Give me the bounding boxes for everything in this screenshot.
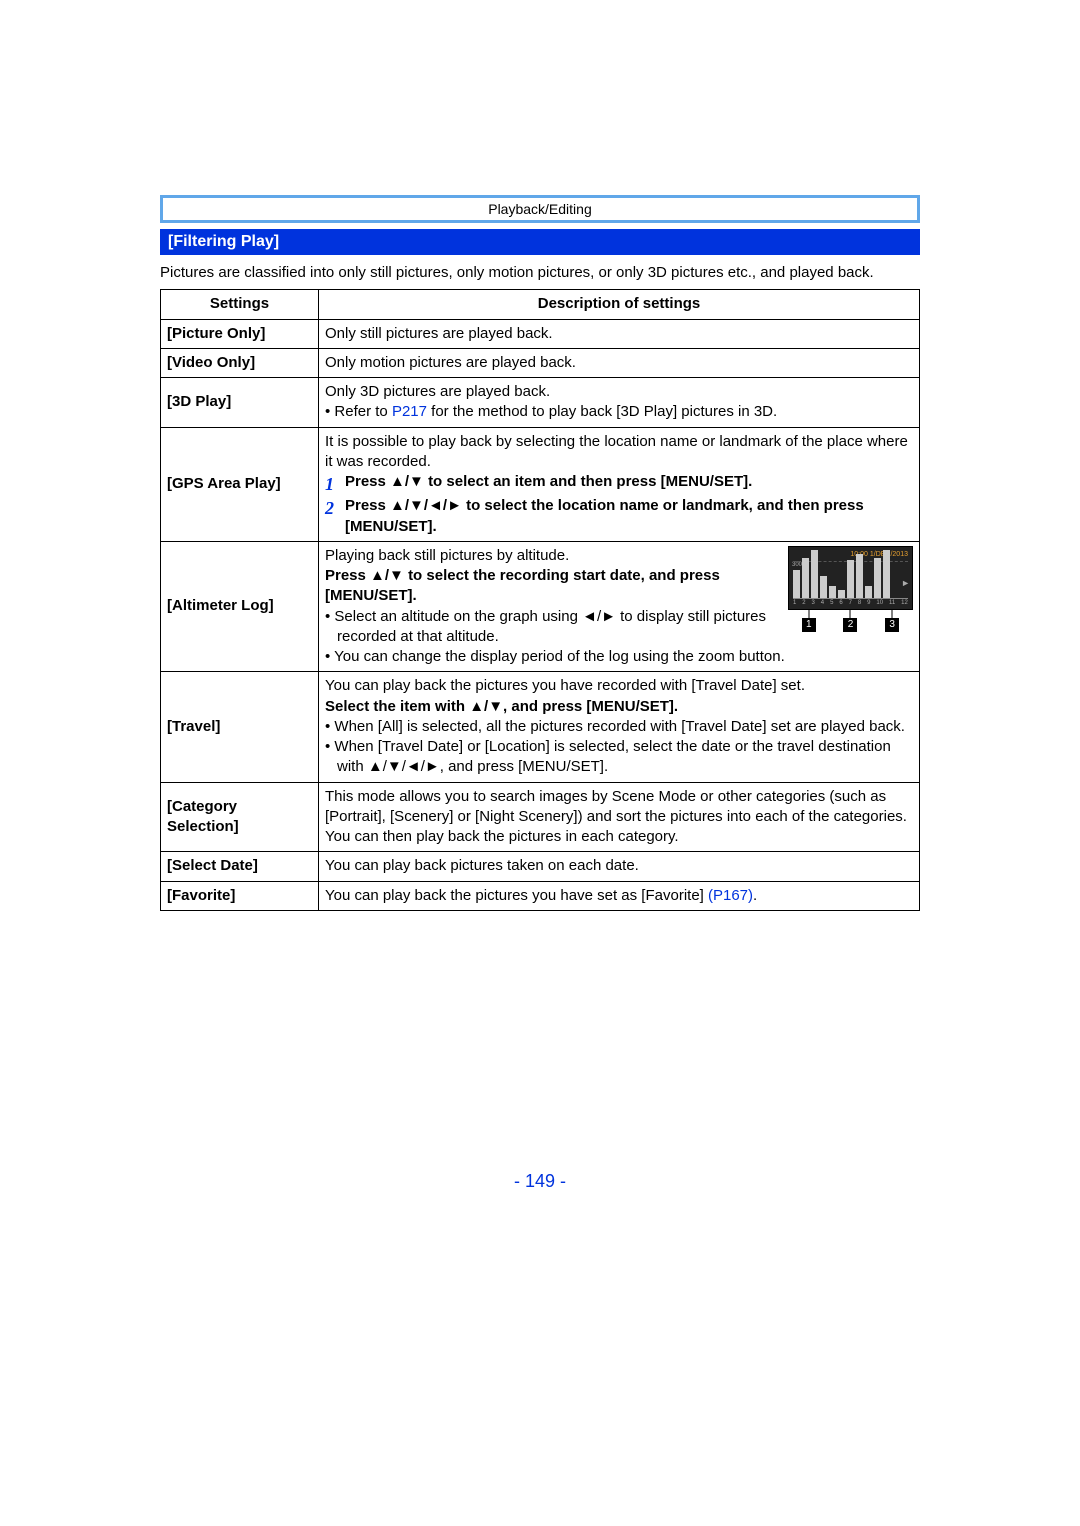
setting-label: [Video Only]	[161, 348, 319, 377]
page-link[interactable]: (P167)	[708, 887, 753, 904]
text: You can play back the pictures you have …	[325, 887, 708, 904]
bullet-text: • You can change the display period of t…	[325, 647, 913, 667]
diagram-bar	[838, 590, 845, 598]
diagram-bar	[820, 576, 827, 598]
bullet-text: • When [Travel Date] or [Location] is se…	[325, 737, 913, 778]
diagram-bar	[802, 558, 809, 598]
setting-label: [Category Selection]	[161, 782, 319, 852]
diagram-callouts: 1 2 3	[788, 618, 913, 632]
callout-marker: 2	[843, 618, 857, 632]
text: It is possible to play back by selecting…	[325, 433, 908, 470]
table-row: [Favorite] You can play back the picture…	[161, 881, 920, 910]
section-title: [Filtering Play]	[160, 229, 920, 255]
setting-desc: You can play back the pictures you have …	[319, 881, 920, 910]
diagram-bar	[865, 586, 872, 598]
diagram-axis: 123456789101112	[793, 599, 908, 607]
instruction-text: Press ▲/▼ to select the recording start …	[325, 567, 720, 604]
setting-desc: You can play back pictures taken on each…	[319, 852, 920, 881]
setting-desc: Only 3D pictures are played back. • Refe…	[319, 378, 920, 428]
step-number: 2	[325, 496, 345, 537]
setting-label: [Travel]	[161, 672, 319, 782]
table-header-row: Settings Description of settings	[161, 290, 920, 319]
altimeter-diagram: 10:00 1/DEC/2013 300m ◄ ► 12345678910111…	[788, 546, 913, 632]
header-description: Description of settings	[319, 290, 920, 319]
table-row: [Altimeter Log] 10:00 1/DEC/2013 300m ◄ …	[161, 541, 920, 672]
setting-label: [Favorite]	[161, 881, 319, 910]
setting-label: [3D Play]	[161, 378, 319, 428]
table-row: [Travel] You can play back the pictures …	[161, 672, 920, 782]
step-text: Press ▲/▼ to select an item and then pre…	[345, 472, 913, 496]
setting-desc: It is possible to play back by selecting…	[319, 427, 920, 541]
axis-tick: 7	[849, 599, 852, 607]
setting-desc: 10:00 1/DEC/2013 300m ◄ ► 12345678910111…	[319, 541, 920, 672]
axis-tick: 8	[858, 599, 861, 607]
text: You can play back the pictures you have …	[325, 677, 805, 694]
diagram-bar	[874, 558, 881, 598]
axis-tick: 9	[867, 599, 870, 607]
table-row: [Select Date] You can play back pictures…	[161, 852, 920, 881]
table-row: [Video Only] Only motion pictures are pl…	[161, 348, 920, 377]
text: • Refer to	[325, 403, 392, 420]
bullet-text: • When [All] is selected, all the pictur…	[325, 717, 913, 737]
text: Playing back still pictures by altitude.	[325, 547, 569, 564]
setting-desc: Only motion pictures are played back.	[319, 348, 920, 377]
setting-desc: Only still pictures are played back.	[319, 319, 920, 348]
setting-desc: You can play back the pictures you have …	[319, 672, 920, 782]
altimeter-screen: 10:00 1/DEC/2013 300m ◄ ► 12345678910111…	[788, 546, 913, 610]
axis-tick: 3	[812, 599, 815, 607]
diagram-bar	[793, 570, 800, 598]
text: Only 3D pictures are played back.	[325, 383, 550, 400]
page-number: - 149 -	[160, 1171, 920, 1192]
step-number: 1	[325, 472, 345, 496]
axis-tick: 12	[901, 599, 908, 607]
callout-marker: 3	[885, 618, 899, 632]
setting-desc: This mode allows you to search images by…	[319, 782, 920, 852]
diagram-bar	[856, 554, 863, 598]
text: for the method to play back [3D Play] pi…	[427, 403, 777, 420]
breadcrumb: Playback/Editing	[163, 198, 917, 220]
callout-marker: 1	[802, 618, 816, 632]
table-row: [Category Selection] This mode allows yo…	[161, 782, 920, 852]
table-row: [3D Play] Only 3D pictures are played ba…	[161, 378, 920, 428]
axis-tick: 10	[876, 599, 883, 607]
settings-table: Settings Description of settings [Pictur…	[160, 289, 920, 911]
axis-tick: 2	[802, 599, 805, 607]
header-settings: Settings	[161, 290, 319, 319]
axis-tick: 5	[830, 599, 833, 607]
diagram-bars	[793, 561, 908, 599]
text: .	[753, 887, 757, 904]
axis-tick: 4	[821, 599, 824, 607]
axis-tick: 1	[793, 599, 796, 607]
setting-label: [Altimeter Log]	[161, 541, 319, 672]
setting-label: [Picture Only]	[161, 319, 319, 348]
page-link[interactable]: P217	[392, 403, 427, 420]
header-bar: Playback/Editing	[160, 195, 920, 223]
setting-label: [GPS Area Play]	[161, 427, 319, 541]
intro-text: Pictures are classified into only still …	[160, 263, 920, 283]
diagram-bar	[883, 550, 890, 598]
setting-label: [Select Date]	[161, 852, 319, 881]
diagram-bar	[847, 560, 854, 598]
diagram-bar	[829, 586, 836, 598]
step-text: Press ▲/▼/◄/► to select the location nam…	[345, 496, 913, 537]
axis-tick: 11	[889, 599, 895, 607]
page: Playback/Editing [Filtering Play] Pictur…	[0, 0, 1080, 1192]
diagram-bar	[811, 550, 818, 598]
axis-tick: 6	[839, 599, 842, 607]
table-row: [Picture Only] Only still pictures are p…	[161, 319, 920, 348]
instruction-text: Select the item with ▲/▼, and press [MEN…	[325, 698, 678, 715]
table-row: [GPS Area Play] It is possible to play b…	[161, 427, 920, 541]
